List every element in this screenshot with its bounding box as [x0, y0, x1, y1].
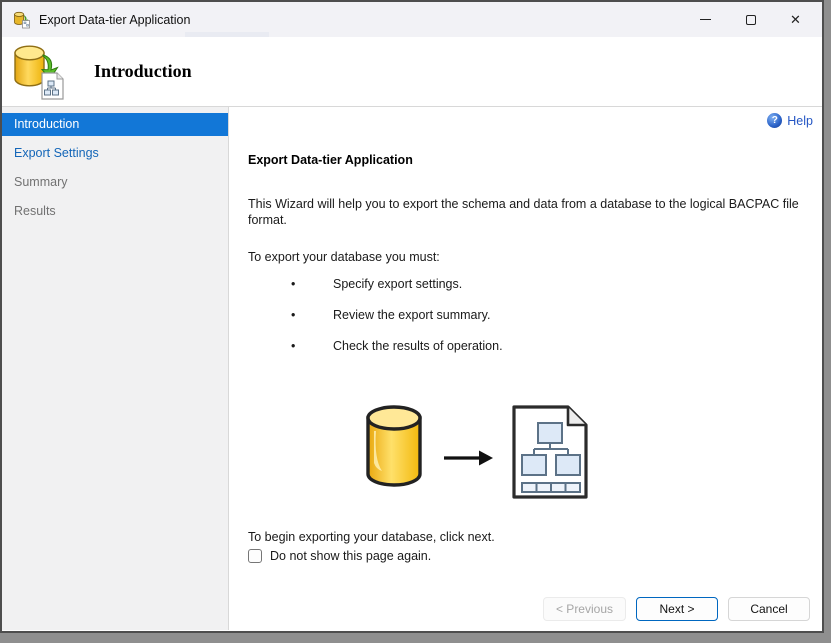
bullet-text: Review the export summary.: [333, 308, 491, 322]
intro-paragraph: This Wizard will help you to export the …: [248, 197, 799, 227]
arrow-right-icon: [444, 450, 493, 466]
close-icon: ✕: [790, 11, 801, 27]
help-icon: ?: [767, 113, 783, 128]
minimize-button[interactable]: [683, 2, 728, 37]
wizard-buttons: < Previous Next > Cancel: [542, 597, 810, 621]
bullet-text: Check the results of operation.: [333, 339, 503, 353]
content-heading: Export Data-tier Application: [248, 153, 413, 167]
bacpac-file-icon: [512, 405, 588, 499]
help-link[interactable]: ? Help: [767, 113, 813, 128]
titlebar-shadow-strip: [185, 32, 269, 37]
wizard-steps-sidebar: Introduction Export Settings Summary Res…: [2, 107, 229, 630]
bullet-icon: •: [291, 308, 296, 322]
maximize-button[interactable]: [728, 2, 773, 37]
bullet-icon: •: [291, 277, 296, 291]
database-cylinder-icon: [366, 405, 422, 487]
begin-export-text: To begin exporting your database, click …: [248, 530, 495, 544]
wizard-content: ? Help Export Data-tier Application This…: [229, 107, 822, 630]
help-label: Help: [787, 113, 813, 128]
sidebar-item-export-settings[interactable]: Export Settings: [2, 142, 228, 165]
database-to-bacpac-illustration: [366, 405, 588, 499]
minimize-icon: [700, 18, 711, 21]
bullet-item: • Specify export settings.: [291, 277, 462, 291]
bullet-text: Specify export settings.: [333, 277, 463, 291]
titlebar: Export Data-tier Application ✕: [2, 2, 822, 37]
close-button[interactable]: ✕: [773, 2, 818, 37]
cancel-button[interactable]: Cancel: [728, 597, 810, 621]
page-title: Introduction: [94, 61, 192, 81]
list-intro-text: To export your database you must:: [248, 250, 440, 264]
dont-show-checkbox[interactable]: [248, 549, 262, 563]
dont-show-row: Do not show this page again.: [248, 549, 431, 563]
sidebar-item-introduction[interactable]: Introduction: [2, 113, 228, 136]
bullet-icon: •: [291, 339, 296, 353]
bullet-item: • Check the results of operation.: [291, 339, 503, 353]
wizard-header: Introduction: [2, 37, 822, 107]
window-title: Export Data-tier Application: [39, 12, 191, 27]
sidebar-item-summary: Summary: [14, 175, 68, 189]
export-database-icon: [14, 44, 64, 100]
wizard-window: Export Data-tier Application ✕ Introduct…: [0, 0, 824, 633]
maximize-icon: [745, 14, 756, 25]
window-controls: ✕: [683, 2, 818, 37]
bullet-item: • Review the export summary.: [291, 308, 490, 322]
wizard-body: Introduction Export Settings Summary Res…: [2, 107, 822, 630]
previous-button: < Previous: [542, 597, 626, 621]
app-database-icon: [14, 11, 30, 28]
dont-show-label: Do not show this page again.: [270, 549, 432, 563]
sidebar-item-results: Results: [14, 204, 56, 218]
next-button[interactable]: Next >: [636, 597, 718, 621]
